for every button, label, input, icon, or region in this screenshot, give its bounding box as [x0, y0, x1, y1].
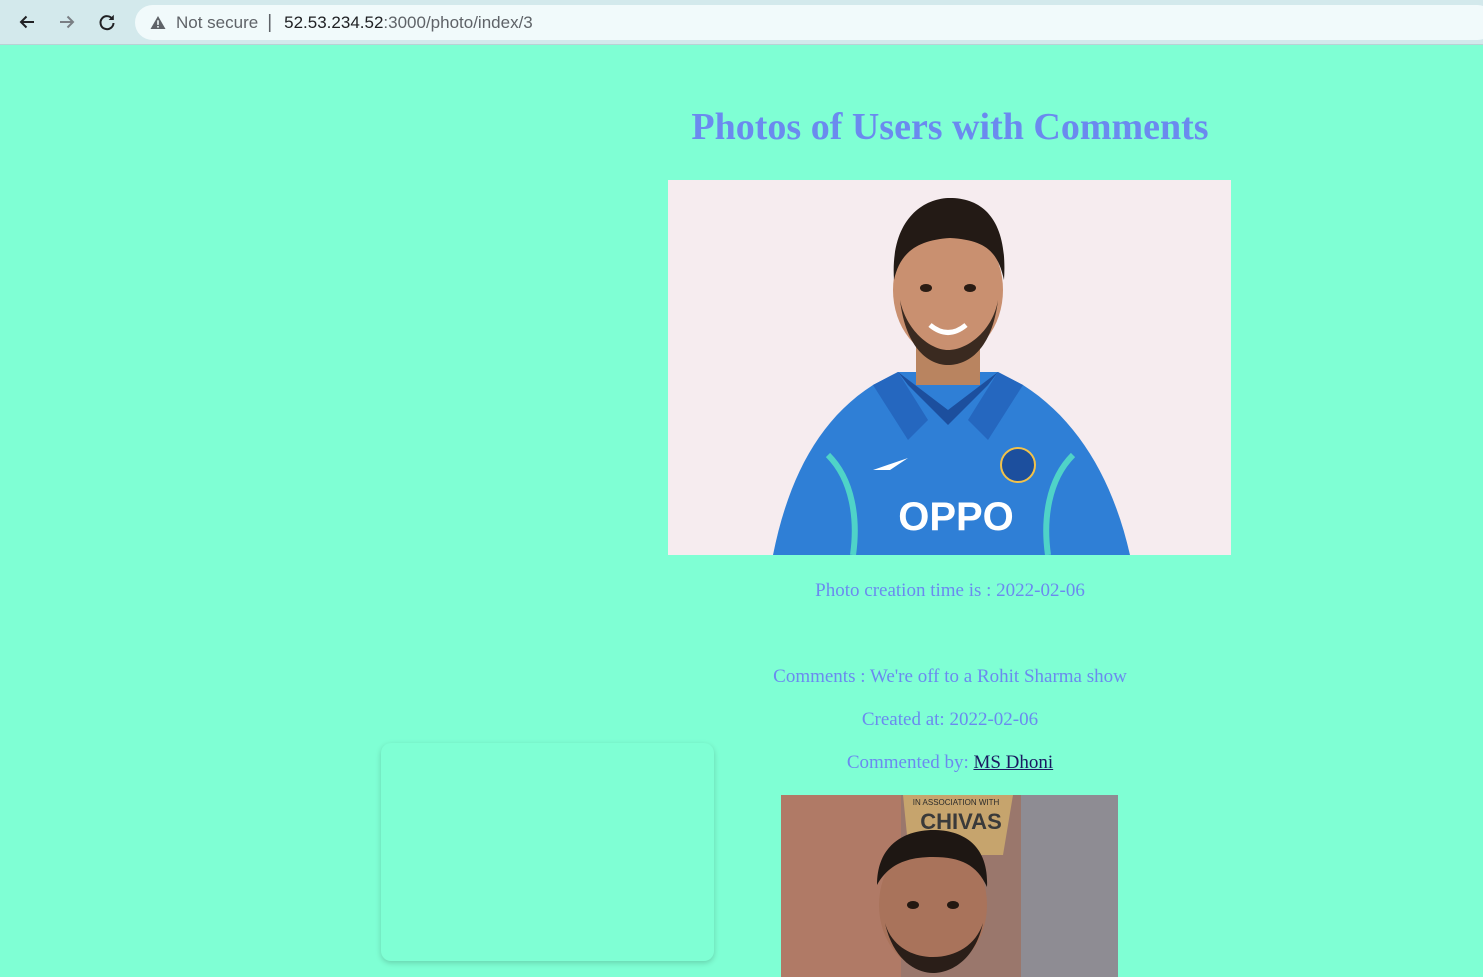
url-host: 52.53.234.52 [284, 12, 384, 32]
back-button[interactable] [11, 6, 43, 38]
arrow-left-icon [19, 15, 34, 29]
address-separator: | [267, 11, 273, 33]
address-bar[interactable]: Not secure | 52.53.234.52:3000/photo/ind… [135, 5, 1483, 40]
forward-button[interactable] [51, 6, 83, 38]
banner-small-text: IN ASSOCIATION WITH [913, 798, 1000, 807]
comment-text: Comments : We're off to a Rohit Sharma s… [773, 666, 1127, 687]
second-user-photo: IN ASSOCIATION WITH CHIVAS [781, 795, 1118, 977]
photo-creation-time: Photo creation time is : 2022-02-06 [815, 580, 1085, 601]
commenter-link[interactable]: MS Dhoni [973, 752, 1053, 773]
user-photo: OPPO [668, 180, 1231, 555]
cricketer-event-image: IN ASSOCIATION WITH CHIVAS [781, 795, 1118, 977]
reload-icon [99, 14, 115, 31]
comment-created-at: Created at: 2022-02-06 [861, 709, 1039, 730]
page-title: Photos of Users with Comments [691, 106, 1209, 148]
jersey-text: OPPO [898, 495, 1014, 539]
popup-card [381, 743, 714, 961]
browser-toolbar: Not secure | 52.53.234.52:3000/photo/ind… [0, 0, 1483, 45]
reload-button[interactable] [91, 6, 123, 38]
commented-by: Commented by: MS Dhoni [660, 752, 1240, 774]
security-label[interactable]: Not secure [176, 13, 258, 33]
cricketer-portrait-image: OPPO [668, 180, 1231, 555]
warning-icon[interactable] [150, 15, 166, 30]
commented-by-label: Commented by: [846, 752, 969, 773]
url-path: :3000/photo/index/3 [383, 12, 533, 32]
arrow-right-icon [60, 15, 75, 29]
